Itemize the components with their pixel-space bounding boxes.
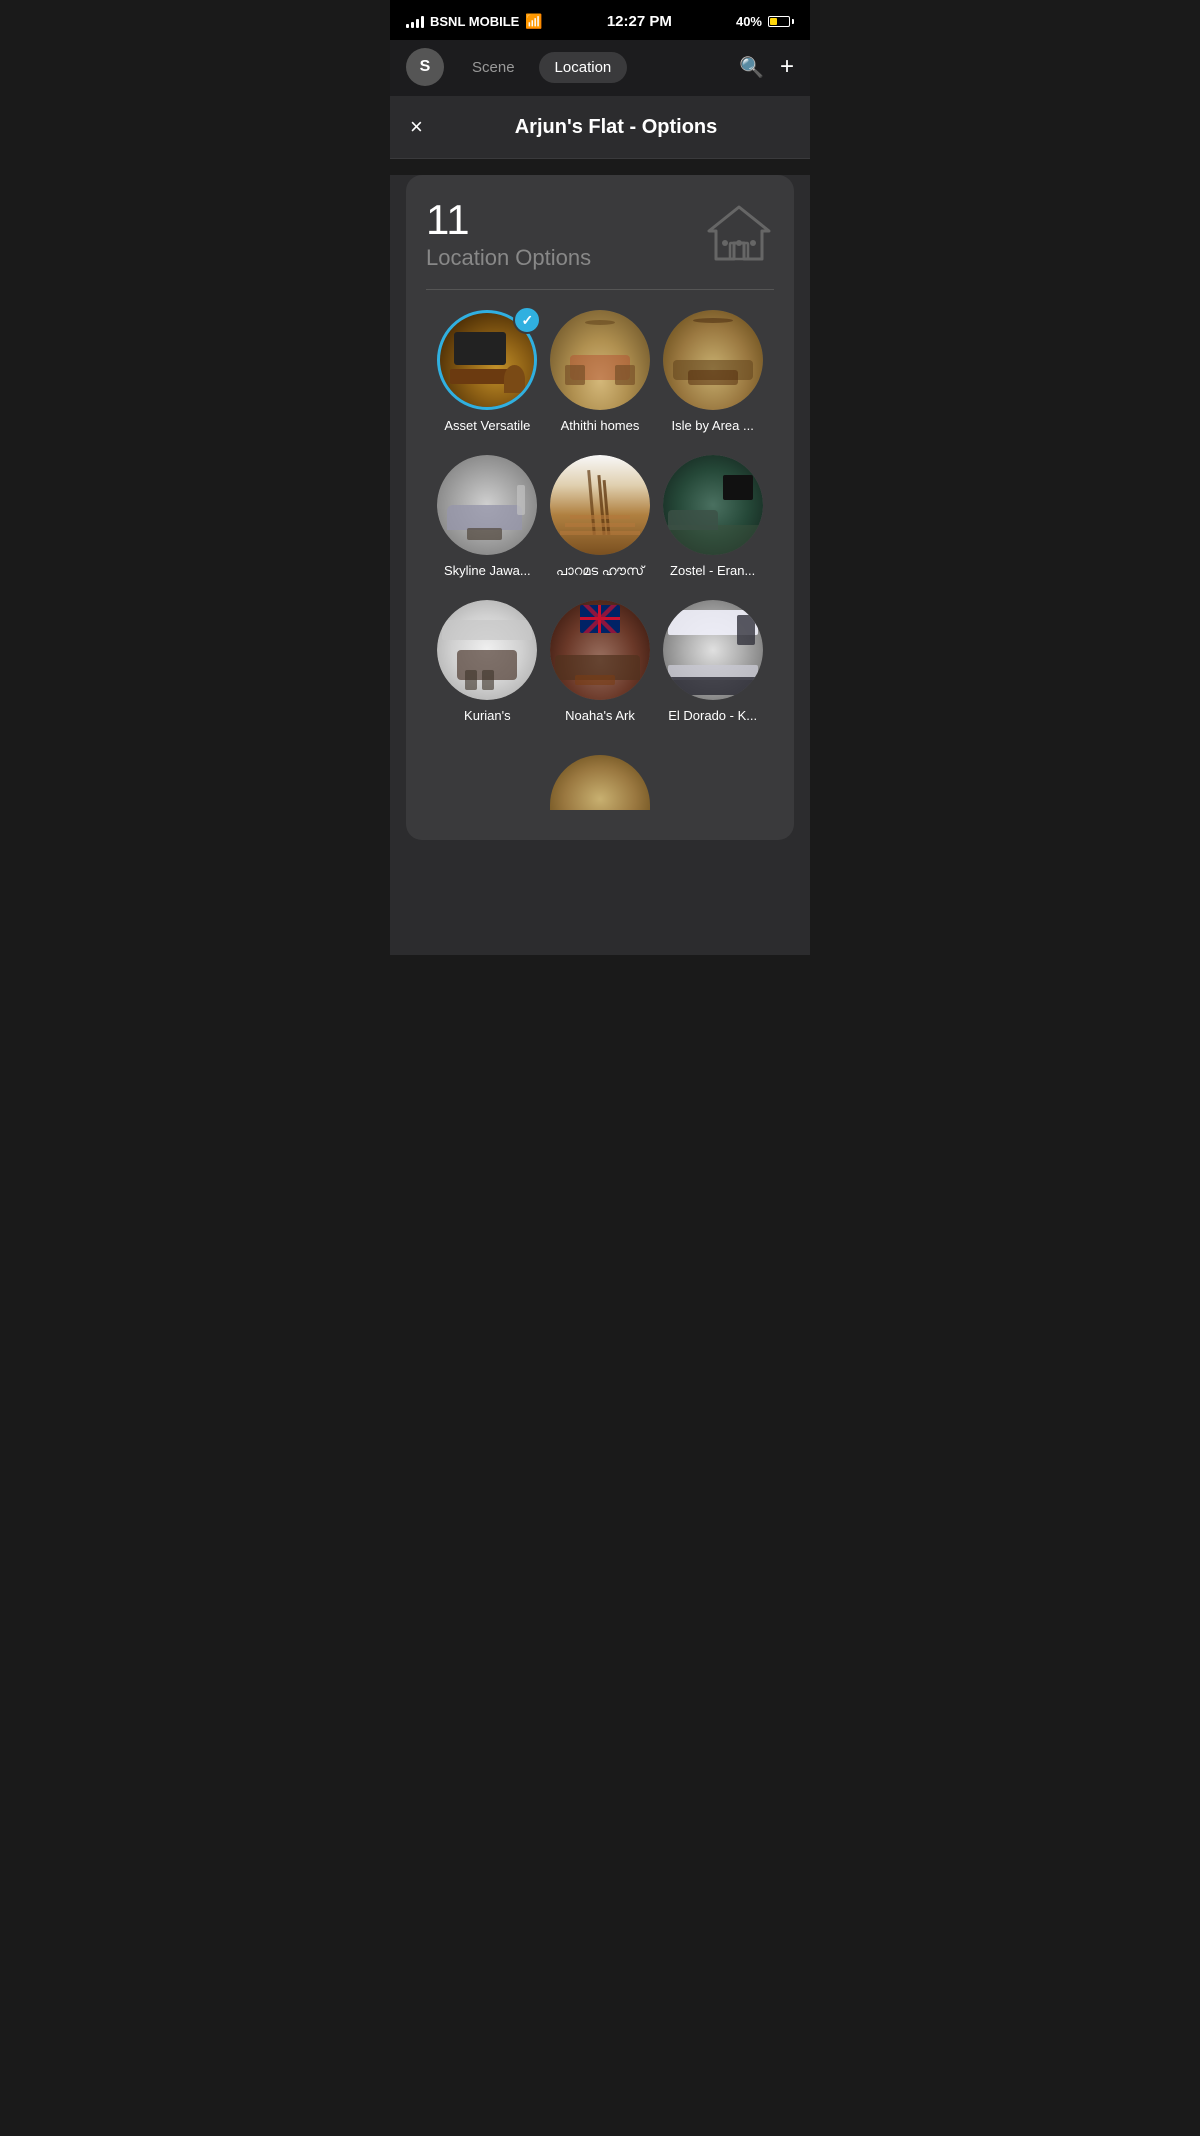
avatar-wrap <box>663 600 763 700</box>
avatar-wrap: ✓ <box>437 310 537 410</box>
list-item[interactable]: Athithi homes <box>549 310 652 435</box>
user-avatar[interactable]: S <box>406 48 444 86</box>
avatar <box>437 455 537 555</box>
list-item[interactable]: പാറമട ഹൗസ് <box>549 455 652 580</box>
location-name: Athithi homes <box>561 418 640 435</box>
signal-icon <box>406 14 424 28</box>
tab-location[interactable]: Location <box>539 52 628 83</box>
battery-icon <box>768 16 794 27</box>
list-item[interactable]: Zostel - Eran... <box>661 455 764 580</box>
list-item[interactable] <box>550 755 650 810</box>
close-button[interactable]: × <box>410 114 442 140</box>
location-name: Noaha's Ark <box>565 708 635 725</box>
stats-card: 11 Location Options <box>406 175 794 840</box>
carrier-label: BSNL MOBILE <box>430 14 519 29</box>
location-name: Zostel - Eran... <box>670 563 755 580</box>
wifi-icon: 📶 <box>525 13 542 30</box>
location-options-label: Location Options <box>426 245 591 271</box>
stats-header: 11 Location Options <box>426 199 774 273</box>
status-time: 12:27 PM <box>607 13 672 30</box>
avatar <box>550 600 650 700</box>
house-icon <box>704 199 774 273</box>
divider <box>426 289 774 290</box>
avatar <box>663 310 763 410</box>
location-name: Skyline Jawa... <box>444 563 531 580</box>
location-grid: ✓ Asset Versatile <box>426 310 774 725</box>
avatar <box>437 600 537 700</box>
nav-tabs: Scene Location <box>456 52 727 83</box>
location-count: 11 <box>426 199 591 241</box>
location-name: Isle by Area ... <box>671 418 753 435</box>
battery-info: 40% <box>736 14 794 29</box>
avatar <box>663 455 763 555</box>
modal-header: × Arjun's Flat - Options <box>390 96 810 159</box>
avatar <box>663 600 763 700</box>
location-name: El Dorado - K... <box>668 708 757 725</box>
list-item[interactable]: Noaha's Ark <box>549 600 652 725</box>
status-bar: BSNL MOBILE 📶 12:27 PM 40% <box>390 0 810 40</box>
stats-info: 11 Location Options <box>426 199 591 271</box>
avatar <box>550 455 650 555</box>
avatar-wrap <box>550 455 650 555</box>
location-name: പാറമട ഹൗസ് <box>556 563 644 580</box>
main-content: 11 Location Options <box>390 175 810 955</box>
battery-percent: 40% <box>736 14 762 29</box>
avatar-wrap <box>437 455 537 555</box>
add-icon[interactable]: + <box>780 53 794 81</box>
partial-row <box>426 745 774 820</box>
list-item[interactable]: Isle by Area ... <box>661 310 764 435</box>
location-name: Asset Versatile <box>444 418 530 435</box>
nav-bar: S Scene Location 🔍 + <box>390 40 810 96</box>
carrier-info: BSNL MOBILE 📶 <box>406 13 543 30</box>
avatar-wrap <box>550 600 650 700</box>
list-item[interactable]: Kurian's <box>436 600 539 725</box>
avatar-wrap <box>550 310 650 410</box>
avatar <box>550 310 650 410</box>
avatar-wrap <box>663 310 763 410</box>
search-icon[interactable]: 🔍 <box>739 55 764 80</box>
list-item[interactable]: El Dorado - K... <box>661 600 764 725</box>
avatar-wrap <box>437 600 537 700</box>
modal-title: Arjun's Flat - Options <box>442 116 790 139</box>
list-item[interactable]: Skyline Jawa... <box>436 455 539 580</box>
selected-check-icon: ✓ <box>513 306 541 334</box>
avatar-wrap <box>663 455 763 555</box>
location-name: Kurian's <box>464 708 511 725</box>
nav-icons: 🔍 + <box>739 53 794 81</box>
list-item[interactable]: ✓ Asset Versatile <box>436 310 539 435</box>
tab-scene[interactable]: Scene <box>456 52 531 83</box>
